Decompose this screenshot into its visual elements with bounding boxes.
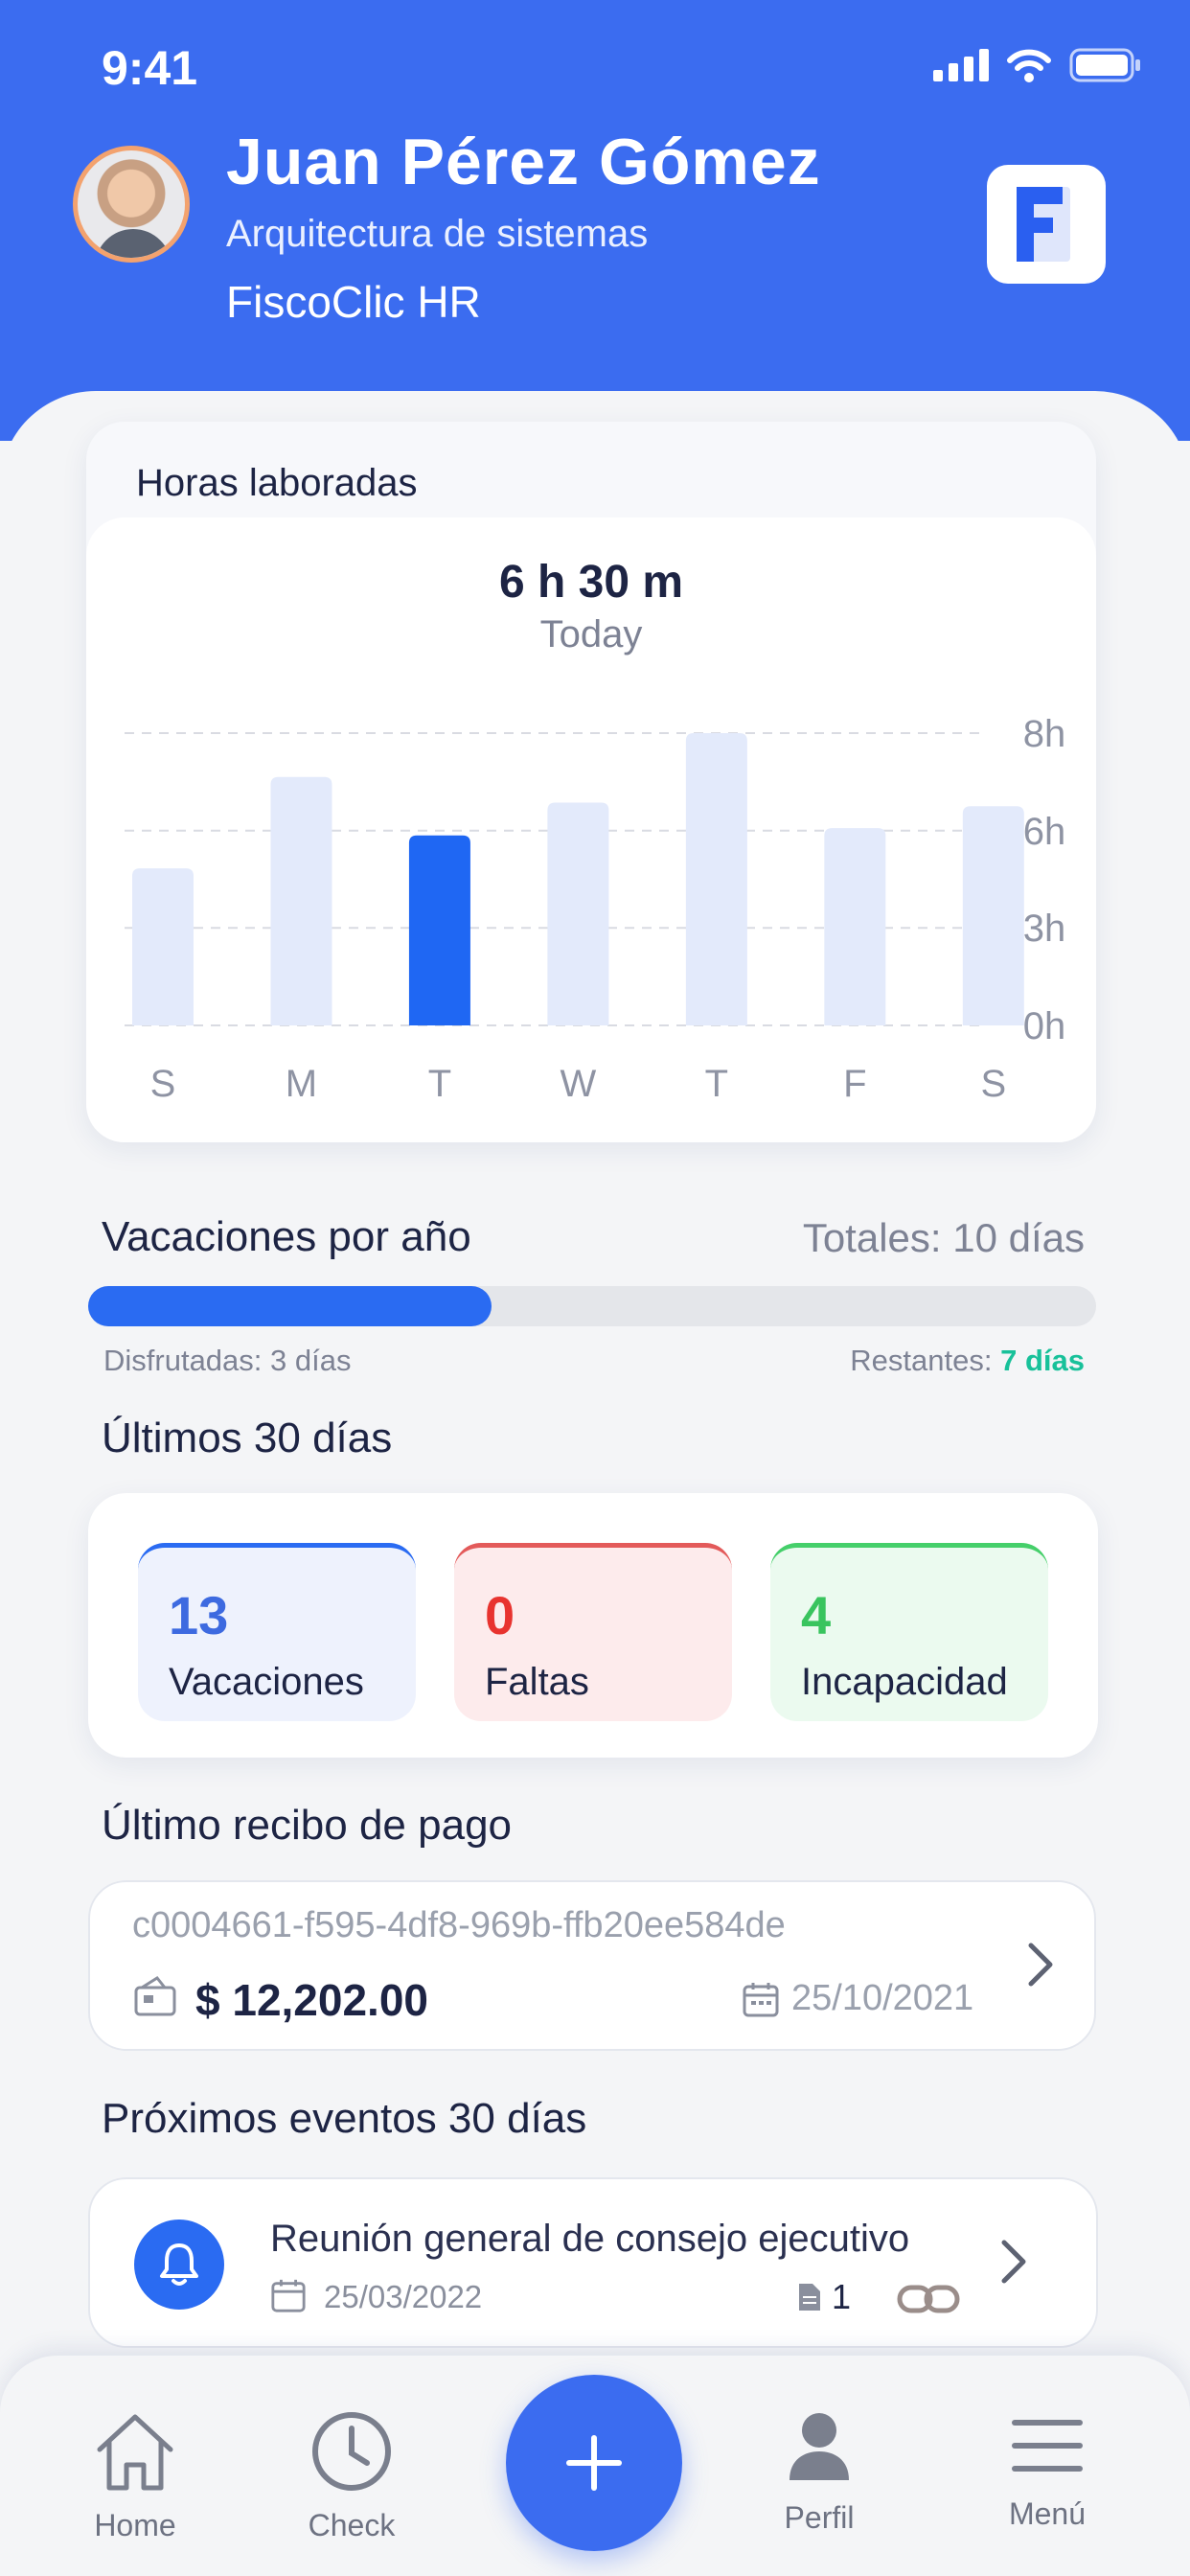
link-icon[interactable] xyxy=(897,2283,960,2315)
stat-absences-value: 0 xyxy=(485,1585,515,1645)
chevron-right-icon[interactable] xyxy=(1000,2239,1027,2285)
home-icon xyxy=(97,2414,173,2491)
vacations-progress-bar xyxy=(88,1286,1096,1326)
stat-absences[interactable]: 0 Faltas xyxy=(454,1543,732,1721)
bar-3[interactable] xyxy=(547,802,609,1025)
fiscoclic-logo-icon: F xyxy=(1013,183,1070,262)
bar-0[interactable] xyxy=(132,868,194,1025)
nav-home-label: Home xyxy=(94,2508,176,2542)
profile-section: Juan Pérez Gómez Arquitectura de sistema… xyxy=(73,125,1127,345)
wifi-icon xyxy=(1007,49,1051,82)
x-tick-label: W xyxy=(561,1063,597,1105)
header: 9:41 Juan Pérez Gómez Arquitectura de si… xyxy=(0,0,1190,441)
wallet-icon xyxy=(134,1976,176,2016)
stat-disability-value: 4 xyxy=(801,1585,832,1645)
event-title: Reunión general de consejo ejecutivo xyxy=(270,2218,910,2260)
nav-menu[interactable]: Menú xyxy=(966,2409,1129,2532)
stat-vacations-label: Vacaciones xyxy=(169,1661,364,1703)
vacations-used: Disfrutadas: 3 días xyxy=(103,1344,352,1377)
last30-title: Últimos 30 días xyxy=(102,1414,393,1461)
stat-disability-label: Incapacidad xyxy=(801,1661,1008,1703)
vacations-total: Totales: 10 días xyxy=(802,1215,1085,1260)
hamburger-menu-icon xyxy=(1012,2420,1083,2472)
vacations-progress-fill xyxy=(88,1286,492,1326)
y-tick-label: 0h xyxy=(1023,1005,1066,1047)
receipt-section-title: Último recibo de pago xyxy=(102,1802,513,1849)
stat-vacations-value: 13 xyxy=(169,1585,229,1645)
stat-disability[interactable]: 4 Incapacidad xyxy=(770,1543,1048,1721)
user-role: Arquitectura de sistemas xyxy=(226,213,649,255)
svg-text:F: F xyxy=(1013,183,1014,184)
receipt-id: c0004661-f595-4df8-969b-ffb20ee584de xyxy=(132,1905,786,1945)
chevron-right-icon[interactable] xyxy=(1027,1942,1054,1988)
user-name: Juan Pérez Gómez xyxy=(226,126,821,198)
status-time: 9:41 xyxy=(102,41,198,95)
signal-icon xyxy=(933,49,989,81)
bell-icon xyxy=(160,2243,198,2286)
bar-4[interactable] xyxy=(685,733,747,1025)
event-bell-badge xyxy=(134,2220,224,2310)
stat-absences-label: Faltas xyxy=(485,1661,589,1703)
event-item[interactable]: Reunión general de consejo ejecutivo 25/… xyxy=(88,2177,1098,2348)
nav-home[interactable]: Home xyxy=(54,2409,217,2543)
x-tick-label: M xyxy=(286,1063,317,1105)
x-tick-label: S xyxy=(980,1063,1006,1105)
bar-5[interactable] xyxy=(824,828,886,1025)
receipt-card[interactable]: c0004661-f595-4df8-969b-ffb20ee584de $ 1… xyxy=(88,1880,1096,2051)
calendar-icon xyxy=(271,2279,306,2312)
nav-profile[interactable]: Perfil xyxy=(738,2409,901,2536)
nav-check[interactable]: Check xyxy=(270,2409,433,2543)
y-tick-label: 6h xyxy=(1023,811,1066,853)
stat-vacations[interactable]: 13 Vacaciones xyxy=(138,1543,416,1721)
nav-check-label: Check xyxy=(308,2508,396,2542)
company-name: FiscoClic HR xyxy=(226,277,481,327)
receipt-date: 25/10/2021 xyxy=(791,1978,974,2018)
events-section-title: Próximos eventos 30 días xyxy=(102,2095,587,2142)
document-icon xyxy=(799,2284,820,2311)
x-tick-label: F xyxy=(843,1063,866,1105)
hours-chart-panel: 6 h 30 m Today 8h 6h 3h 0h S M T W T F S xyxy=(86,518,1096,1142)
hours-title: Horas laboradas xyxy=(136,462,418,504)
avatar[interactable] xyxy=(73,146,190,263)
battery-icon xyxy=(1069,48,1140,82)
app-logo[interactable]: F xyxy=(987,165,1106,284)
y-tick-label: 8h xyxy=(1023,713,1066,755)
receipt-amount: $ 12,202.00 xyxy=(195,1975,429,2025)
bar-6[interactable] xyxy=(962,806,1024,1025)
event-documents-count: 1 xyxy=(832,2277,852,2316)
bar-1[interactable] xyxy=(270,776,332,1025)
plus-icon xyxy=(566,2435,622,2491)
last30-card: 13 Vacaciones 0 Faltas 4 Incapacidad xyxy=(88,1493,1098,1758)
status-icons xyxy=(933,48,1142,82)
nav-profile-label: Perfil xyxy=(784,2500,855,2535)
x-tick-label: T xyxy=(705,1063,728,1105)
clock-icon xyxy=(312,2412,391,2491)
vacations-remaining: Restantes: 7 días xyxy=(850,1344,1085,1378)
user-icon xyxy=(790,2413,849,2480)
status-bar: 9:41 xyxy=(0,0,1190,144)
hours-bar-chart: 8h 6h 3h 0h S M T W T F S xyxy=(125,713,1066,1105)
x-tick-label: T xyxy=(428,1063,451,1105)
hours-card: Horas laboradas 6 h 30 m Today 8h 6h 3h 0h S… xyxy=(86,422,1096,1142)
calendar-icon xyxy=(743,1983,779,2017)
bottom-navigation: Home Check Perfil Menú xyxy=(0,2356,1190,2576)
event-documents: 1 xyxy=(797,2277,851,2317)
bar-2[interactable] xyxy=(408,835,470,1025)
event-date: 25/03/2022 xyxy=(324,2279,483,2314)
nav-menu-label: Menú xyxy=(1008,2496,1087,2531)
y-tick-label: 3h xyxy=(1023,908,1066,950)
vacations-title: Vacaciones por año xyxy=(102,1213,471,1260)
x-tick-label: S xyxy=(150,1063,176,1105)
vacations-remaining-label: Restantes: xyxy=(850,1344,1001,1377)
vacations-remaining-value: 7 días xyxy=(1000,1344,1085,1377)
add-button[interactable] xyxy=(506,2375,682,2551)
